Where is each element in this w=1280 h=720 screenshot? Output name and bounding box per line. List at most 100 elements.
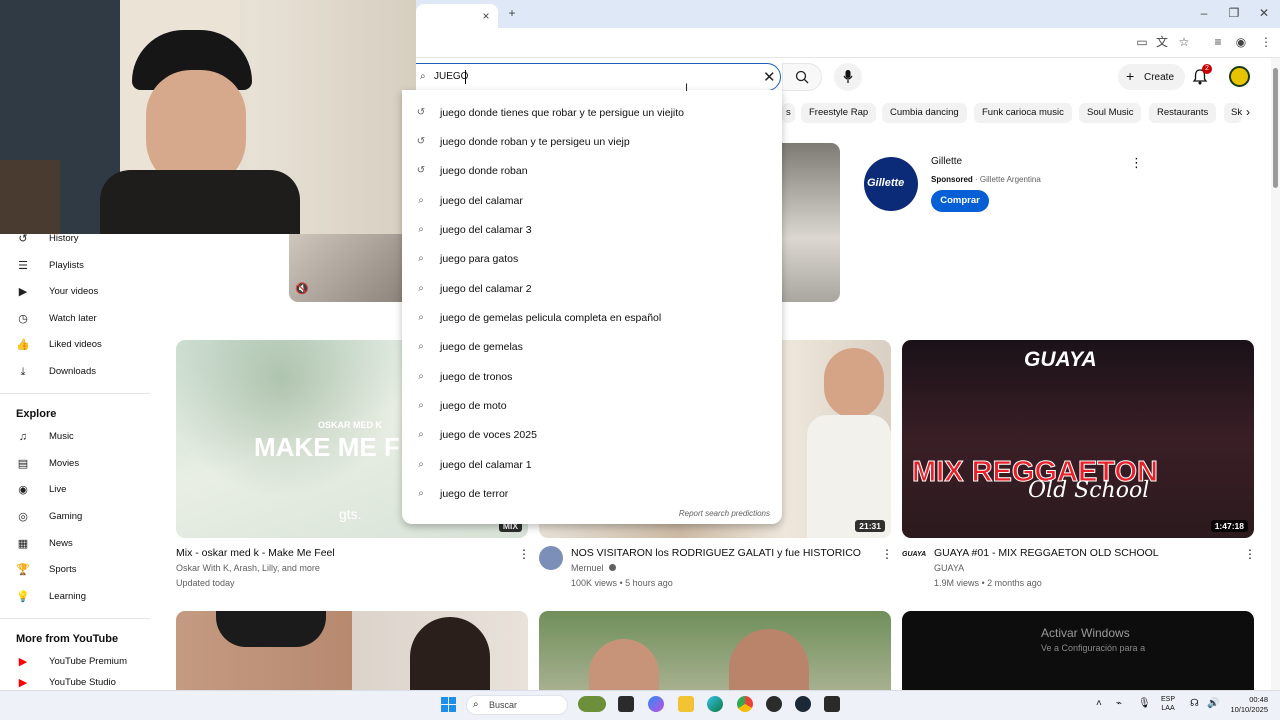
gillette-logo[interactable]: Gillette: [864, 157, 918, 211]
suggestion-item[interactable]: ↺ juego donde tienes que robar y te persi…: [402, 98, 782, 127]
microphone-icon: [843, 70, 853, 83]
video-thumbnail-4[interactable]: [176, 611, 528, 690]
chevron-up-icon[interactable]: ˄: [1096, 698, 1102, 709]
chip-partial-end[interactable]: Sk: [1224, 103, 1242, 123]
edge-icon[interactable]: [707, 696, 723, 712]
sidebar-item-learning[interactable]: 💡 Learning: [16, 586, 86, 608]
suggestion-item[interactable]: ↺ juego donde roban y te persigeu un viej…: [402, 127, 782, 156]
more-actions-icon[interactable]: ⋮: [518, 547, 530, 561]
suggestion-item[interactable]: ⌕ juego de gemelas: [402, 332, 782, 361]
chip-cumbia-dancing[interactable]: Cumbia dancing: [882, 103, 967, 123]
language-indicator[interactable]: ESP LAA: [1161, 695, 1175, 713]
sidebar-item-music[interactable]: ♫ Music: [16, 426, 74, 448]
suggestion-item[interactable]: ⌕ juego de voces 2025: [402, 420, 782, 449]
youtube-studio-icon: ▶: [18, 677, 28, 689]
mic-tray-icon[interactable]: 🎙: [1138, 698, 1151, 709]
suggestion-item[interactable]: ⌕ juego de gemelas pelicula completa en e…: [402, 303, 782, 332]
sidebar-item-youtube-premium[interactable]: ▶ YouTube Premium: [16, 651, 127, 673]
chip-partial[interactable]: s: [782, 103, 795, 123]
suggestion-item[interactable]: ⌕ juego del calamar 2: [402, 274, 782, 303]
cast-icon[interactable]: ▭: [1134, 35, 1150, 51]
active-tab[interactable]: ×: [416, 4, 498, 28]
video-thumbnail-5[interactable]: [539, 611, 891, 690]
ad-brand-title[interactable]: Gillette: [931, 156, 962, 167]
sidebar-item-youtube-studio[interactable]: ▶ YouTube Studio: [16, 677, 116, 689]
app-icon[interactable]: [766, 696, 782, 712]
chip-soul-music[interactable]: Soul Music: [1079, 103, 1142, 123]
sidebar-item-gaming[interactable]: ◎ Gaming: [16, 506, 82, 528]
minimize-icon[interactable]: –: [1196, 6, 1212, 22]
ad-more-icon[interactable]: ⋮: [1130, 155, 1143, 171]
windows-start-icon[interactable]: [441, 697, 456, 712]
suggestion-item[interactable]: ⌕ juego de moto: [402, 391, 782, 420]
clear-search-icon[interactable]: ✕: [763, 68, 776, 86]
page-scrollbar[interactable]: [1271, 58, 1280, 690]
sidebar-item-news[interactable]: ▦ News: [16, 533, 73, 555]
ad-cta-button[interactable]: Comprar: [931, 190, 989, 212]
video-thumbnail-3[interactable]: GUAYA MIX REGGAETON Old School 1:47:18: [902, 340, 1254, 538]
ad-thumbnail-right[interactable]: [782, 143, 840, 302]
chrome-icon[interactable]: [737, 696, 753, 712]
system-clock[interactable]: 00:48 10/10/2025: [1226, 695, 1268, 715]
thumbnail-cap: [216, 611, 326, 647]
file-explorer-icon[interactable]: [678, 696, 694, 712]
new-tab-icon[interactable]: +: [504, 6, 520, 22]
video-title-3[interactable]: GUAYA #01 - MIX REGGAETON OLD SCHOOL: [934, 547, 1159, 559]
chip-funk-carioca[interactable]: Funk carioca music: [974, 103, 1072, 123]
taskbar-search-box[interactable]: ⌕ Buscar: [466, 695, 568, 715]
menu-dots-icon[interactable]: ⋮: [1258, 35, 1274, 51]
chip-freestyle-rap[interactable]: Freestyle Rap: [801, 103, 877, 123]
network-icon[interactable]: ⌁: [1116, 698, 1122, 709]
report-predictions-link[interactable]: Report search predictions: [679, 509, 770, 518]
video-title-2[interactable]: NOS VISITARON los RODRIGUEZ GALATI y fue…: [571, 547, 861, 559]
suggestion-item[interactable]: ⌕ juego para gatos: [402, 244, 782, 273]
tab-close-icon[interactable]: ×: [478, 9, 494, 25]
chevron-right-icon[interactable]: ›: [1246, 105, 1250, 119]
chip-restaurants[interactable]: Restaurants: [1149, 103, 1217, 123]
copilot-icon[interactable]: [648, 696, 664, 712]
suggestion-item[interactable]: ⌕ juego de tronos: [402, 362, 782, 391]
steam-icon[interactable]: [795, 696, 811, 712]
volume-icon[interactable]: 🔊: [1207, 698, 1219, 709]
channel-avatar-2[interactable]: [539, 546, 563, 570]
sidebar-item-history[interactable]: ↺ History: [16, 228, 78, 250]
suggestion-item[interactable]: ⌕ juego de terror: [402, 479, 782, 508]
profile-icon[interactable]: ◉: [1233, 35, 1249, 51]
suggestion-item[interactable]: ↺ juego donde roban: [402, 156, 782, 185]
sidebar-item-your-videos[interactable]: ▶ Your videos: [16, 281, 99, 303]
video-title-1[interactable]: Mix - oskar med k - Make Me Feel: [176, 547, 335, 559]
task-view-icon[interactable]: [618, 696, 634, 712]
scrollbar-thumb[interactable]: [1273, 68, 1278, 188]
sidebar-item-movies[interactable]: ▤ Movies: [16, 453, 79, 475]
sidebar-item-live[interactable]: ◉ Live: [16, 479, 66, 501]
thumbnail-face: [729, 629, 809, 690]
notifications-button[interactable]: 2: [1192, 64, 1212, 85]
search-input[interactable]: ⌕ JUEGO ✕: [415, 63, 781, 91]
sidebar-item-watch-later[interactable]: ◷ Watch later: [16, 308, 97, 330]
sidebar-item-sports[interactable]: 🏆 Sports: [16, 559, 76, 581]
ad-video-thumbnail[interactable]: 🔇: [289, 234, 402, 302]
sidebar-item-liked-videos[interactable]: 👍 Liked videos: [16, 334, 102, 356]
search-button[interactable]: [782, 63, 822, 91]
more-actions-icon[interactable]: ⋮: [1244, 547, 1256, 561]
suggestion-item[interactable]: ⌕ juego del calamar: [402, 186, 782, 215]
epic-games-icon[interactable]: [824, 696, 840, 712]
widget-icon[interactable]: [578, 696, 606, 712]
create-button[interactable]: + Create: [1118, 64, 1185, 90]
sidebar-item-downloads[interactable]: ⤓ Downloads: [16, 361, 96, 383]
media-icon[interactable]: ≡: [1210, 35, 1226, 51]
channel-avatar-3[interactable]: GUAYA: [902, 551, 926, 558]
bookmark-star-icon[interactable]: ☆: [1176, 35, 1192, 51]
wifi-icon[interactable]: ☊: [1190, 698, 1199, 709]
more-actions-icon[interactable]: ⋮: [881, 547, 893, 561]
sidebar-item-playlists[interactable]: ☰ Playlists: [16, 255, 84, 277]
close-window-icon[interactable]: ✕: [1256, 6, 1272, 22]
muted-icon[interactable]: 🔇: [295, 282, 309, 295]
translate-icon[interactable]: 文: [1154, 35, 1170, 51]
account-avatar[interactable]: [1229, 66, 1250, 87]
voice-search-button[interactable]: [834, 63, 862, 91]
suggestion-item[interactable]: ⌕ juego del calamar 3: [402, 215, 782, 244]
gamepad-icon: ◎: [18, 511, 28, 523]
maximize-icon[interactable]: ❐: [1226, 6, 1242, 22]
suggestion-item[interactable]: ⌕ juego del calamar 1: [402, 450, 782, 479]
